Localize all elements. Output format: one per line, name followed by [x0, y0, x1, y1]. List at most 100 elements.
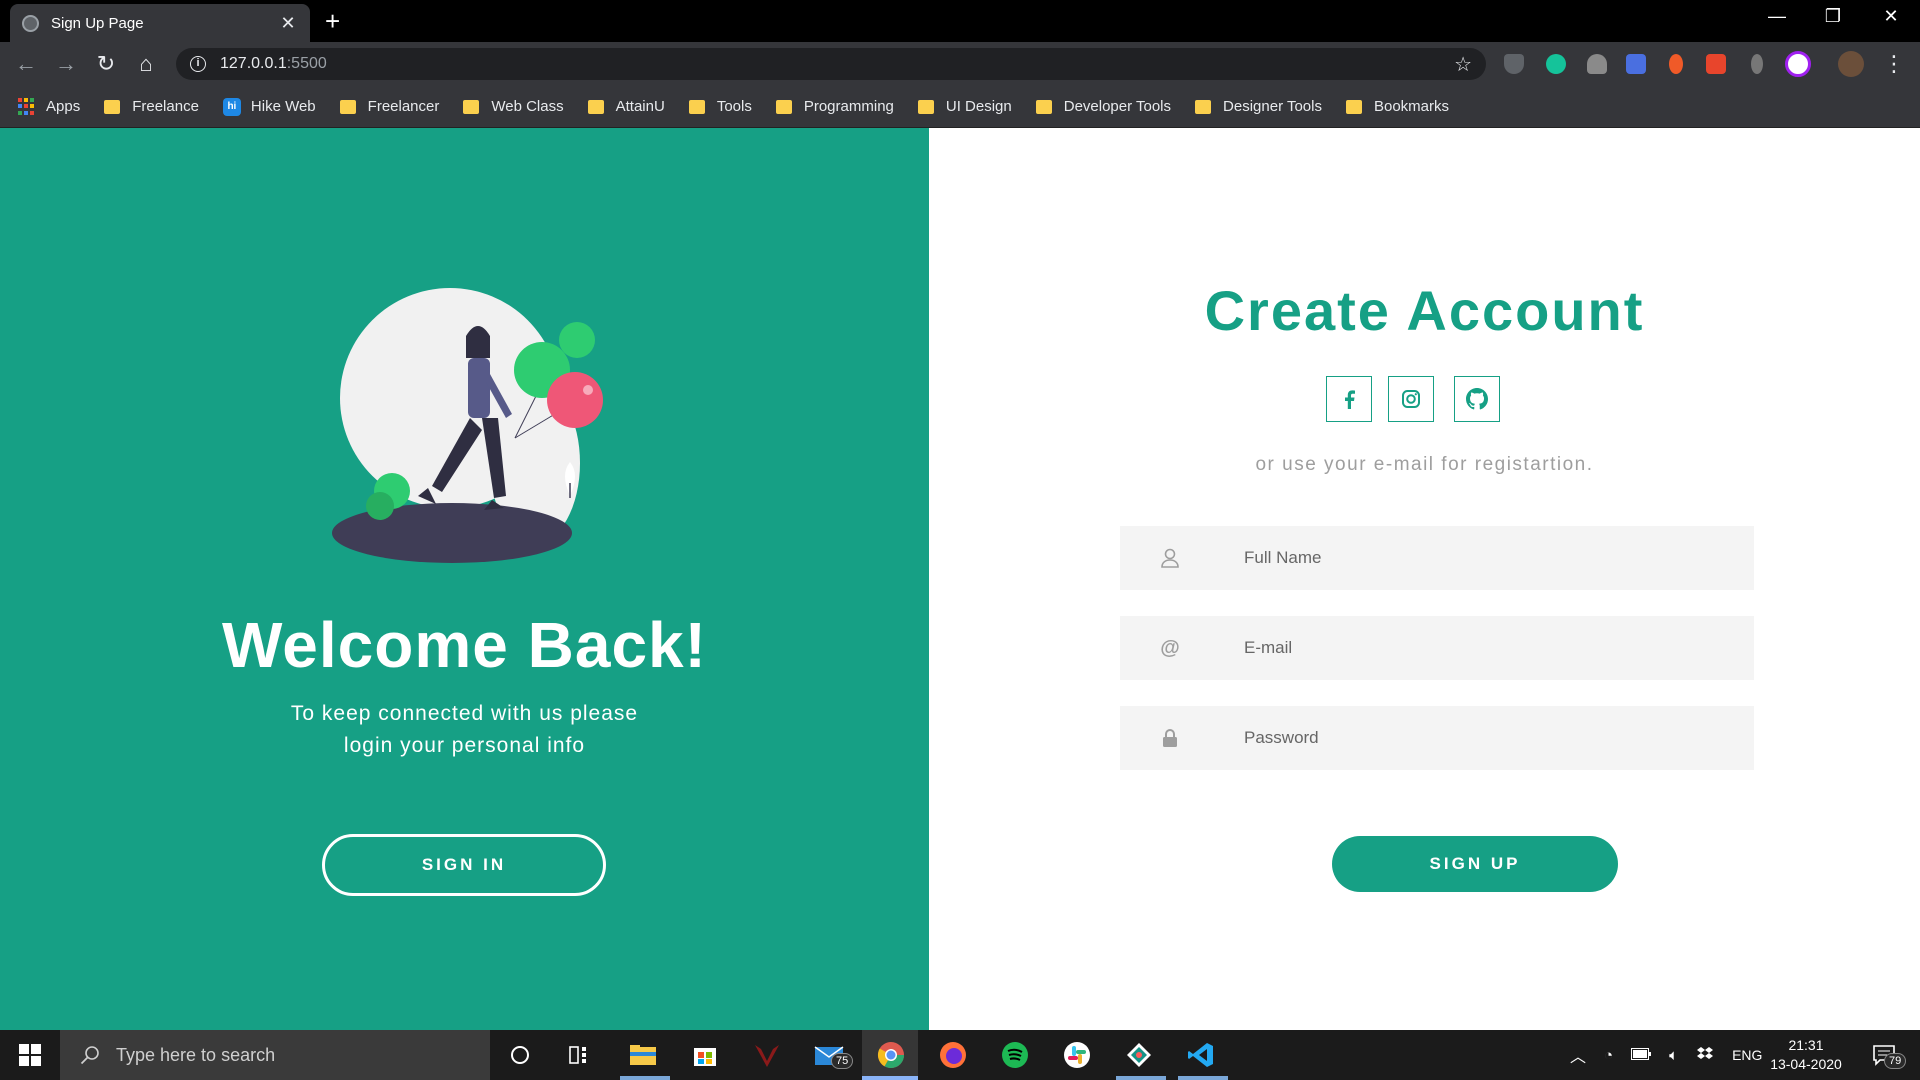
close-tab-icon[interactable]: ✕ — [278, 13, 298, 34]
folder-icon — [917, 99, 934, 114]
tab-title: Sign Up Page — [51, 14, 144, 32]
bookmark-tools[interactable]: Tools — [688, 98, 752, 115]
active-indicator — [1116, 1076, 1166, 1080]
clock-date: 13-04-2020 — [1770, 1056, 1842, 1072]
taskbar-clock[interactable]: 21:31 13-04-2020 — [1766, 1036, 1846, 1074]
sign-up-button[interactable]: SIGN UP — [1332, 836, 1618, 892]
facebook-button[interactable] — [1326, 376, 1372, 422]
taskbar-search[interactable]: Type here to search — [60, 1030, 490, 1080]
browser-tab[interactable]: Sign Up Page ✕ — [10, 4, 310, 42]
battery-icon[interactable] — [1631, 1047, 1652, 1063]
profile-avatar[interactable] — [1838, 51, 1864, 77]
window-close-icon[interactable]: ✕ — [1871, 6, 1911, 27]
cortana-icon[interactable] — [504, 1039, 536, 1071]
spotify-icon[interactable] — [999, 1039, 1031, 1071]
bookmark-label: AttainU — [615, 98, 665, 115]
bulb-extension-icon[interactable] — [1587, 54, 1607, 74]
file-explorer-icon[interactable] — [627, 1039, 659, 1071]
github-icon — [1466, 388, 1488, 410]
sign-in-button[interactable]: SIGN IN — [322, 834, 606, 896]
folder-icon — [775, 99, 792, 114]
url-host: 127.0.0.1 — [220, 55, 287, 72]
create-account-heading: Create Account — [1204, 279, 1645, 342]
bookmark-label: Designer Tools — [1223, 98, 1322, 115]
active-indicator — [1178, 1076, 1228, 1080]
email-field: @ — [1120, 616, 1754, 680]
purple-extension-icon[interactable] — [1785, 51, 1811, 77]
address-bar[interactable]: i 127.0.0.1:5500 ☆ — [176, 48, 1486, 80]
lock-icon — [1120, 728, 1220, 748]
predator-sense-icon[interactable] — [751, 1039, 783, 1071]
social-login-buttons — [1326, 376, 1500, 422]
full-name-input[interactable] — [1220, 548, 1754, 568]
hike-icon: hi — [222, 97, 241, 116]
bookmark-freelance[interactable]: Freelance — [104, 98, 199, 115]
new-tab-button[interactable]: + — [325, 8, 340, 34]
welcome-subtext-line1: To keep connected with us please — [290, 702, 639, 725]
bookmark-ui-design[interactable]: UI Design — [917, 98, 1012, 115]
slack-icon[interactable] — [1061, 1039, 1093, 1071]
search-placeholder: Type here to search — [116, 1044, 276, 1065]
woman-with-balloons-illustration — [332, 288, 603, 563]
notification-center-icon[interactable]: 79 — [1868, 1039, 1907, 1071]
gitkraken-icon[interactable] — [1123, 1039, 1155, 1071]
menu-kebab-icon[interactable]: ⋮ — [1880, 50, 1908, 78]
vscode-icon[interactable] — [1185, 1039, 1217, 1071]
folder-icon — [1035, 99, 1052, 114]
bookmark-bookmarks[interactable]: Bookmarks — [1345, 98, 1449, 115]
volume-icon[interactable]: 🔈︎ — [1669, 1047, 1678, 1064]
home-icon[interactable]: ⌂ — [132, 50, 160, 78]
password-input[interactable] — [1220, 728, 1754, 748]
folder-icon — [104, 99, 121, 114]
url-port: :5500 — [286, 55, 327, 72]
reload-icon[interactable]: ↻ — [92, 50, 120, 78]
language-indicator[interactable]: ENG — [1732, 1047, 1762, 1063]
colorpick-extension-icon[interactable] — [1669, 54, 1683, 74]
site-info-icon[interactable]: i — [190, 56, 206, 72]
bookmark-web-class[interactable]: Web Class — [463, 98, 564, 115]
bookmark-attainu[interactable]: AttainU — [587, 98, 665, 115]
facebook-icon — [1345, 390, 1355, 409]
github-button[interactable] — [1454, 376, 1500, 422]
welcome-subtext: To keep connected with us please login y… — [0, 698, 929, 762]
bookmark-label: Freelance — [132, 98, 199, 115]
bookmark-label: UI Design — [945, 98, 1012, 115]
firefox-icon[interactable] — [937, 1039, 969, 1071]
shield-extension-icon[interactable] — [1504, 54, 1524, 74]
mail-icon[interactable]: 75 — [813, 1039, 854, 1071]
minimize-icon[interactable]: — — [1757, 6, 1797, 27]
bookmark-label: Hike Web — [250, 98, 316, 115]
chrome-active-indicator — [862, 1076, 918, 1080]
start-button[interactable] — [0, 1030, 60, 1080]
globe-icon — [22, 14, 39, 32]
email-input[interactable] — [1220, 638, 1754, 658]
dictionary-extension-icon[interactable] — [1706, 54, 1726, 74]
forward-arrow-icon[interactable]: → — [52, 50, 80, 78]
grammarly-extension-icon[interactable] — [1546, 54, 1566, 74]
or-email-text: or use your e-mail for registartion. — [1255, 454, 1594, 475]
chrome-active-highlight — [862, 1030, 918, 1080]
microsoft-store-icon[interactable] — [689, 1039, 721, 1071]
bookmark-designer-tools[interactable]: Designer Tools — [1195, 98, 1322, 115]
bookmark-developer-tools[interactable]: Developer Tools — [1035, 98, 1171, 115]
task-view-icon[interactable] — [564, 1039, 596, 1071]
restore-icon[interactable]: ❐ — [1813, 6, 1853, 27]
dropbox-icon[interactable] — [1696, 1046, 1714, 1065]
bookmark-apps[interactable]: Apps — [18, 97, 80, 116]
chevron-up-icon[interactable]: ︿ — [1570, 1043, 1586, 1067]
translate-extension-icon[interactable] — [1626, 54, 1646, 74]
bookmark-freelancer[interactable]: Freelancer — [339, 98, 439, 115]
folder-icon — [463, 99, 480, 114]
browser-toolbar: ← → ↻ ⌂ i 127.0.0.1:5500 ☆ ⋮ — [0, 42, 1920, 86]
instagram-button[interactable] — [1388, 376, 1434, 422]
windows-logo-icon — [19, 1044, 41, 1066]
back-arrow-icon[interactable]: ← — [12, 50, 40, 78]
wifi-icon[interactable]: ◔ — [1604, 1047, 1613, 1064]
bookmark-programming[interactable]: Programming — [775, 98, 894, 115]
bookmark-hike-web[interactable]: hi Hike Web — [222, 97, 316, 116]
bookmark-star-icon[interactable]: ☆ — [1454, 52, 1472, 77]
active-indicator — [620, 1076, 670, 1080]
notification-badge: 79 — [1884, 1053, 1907, 1069]
extension-icon[interactable] — [1751, 54, 1763, 74]
folder-icon — [688, 99, 705, 114]
